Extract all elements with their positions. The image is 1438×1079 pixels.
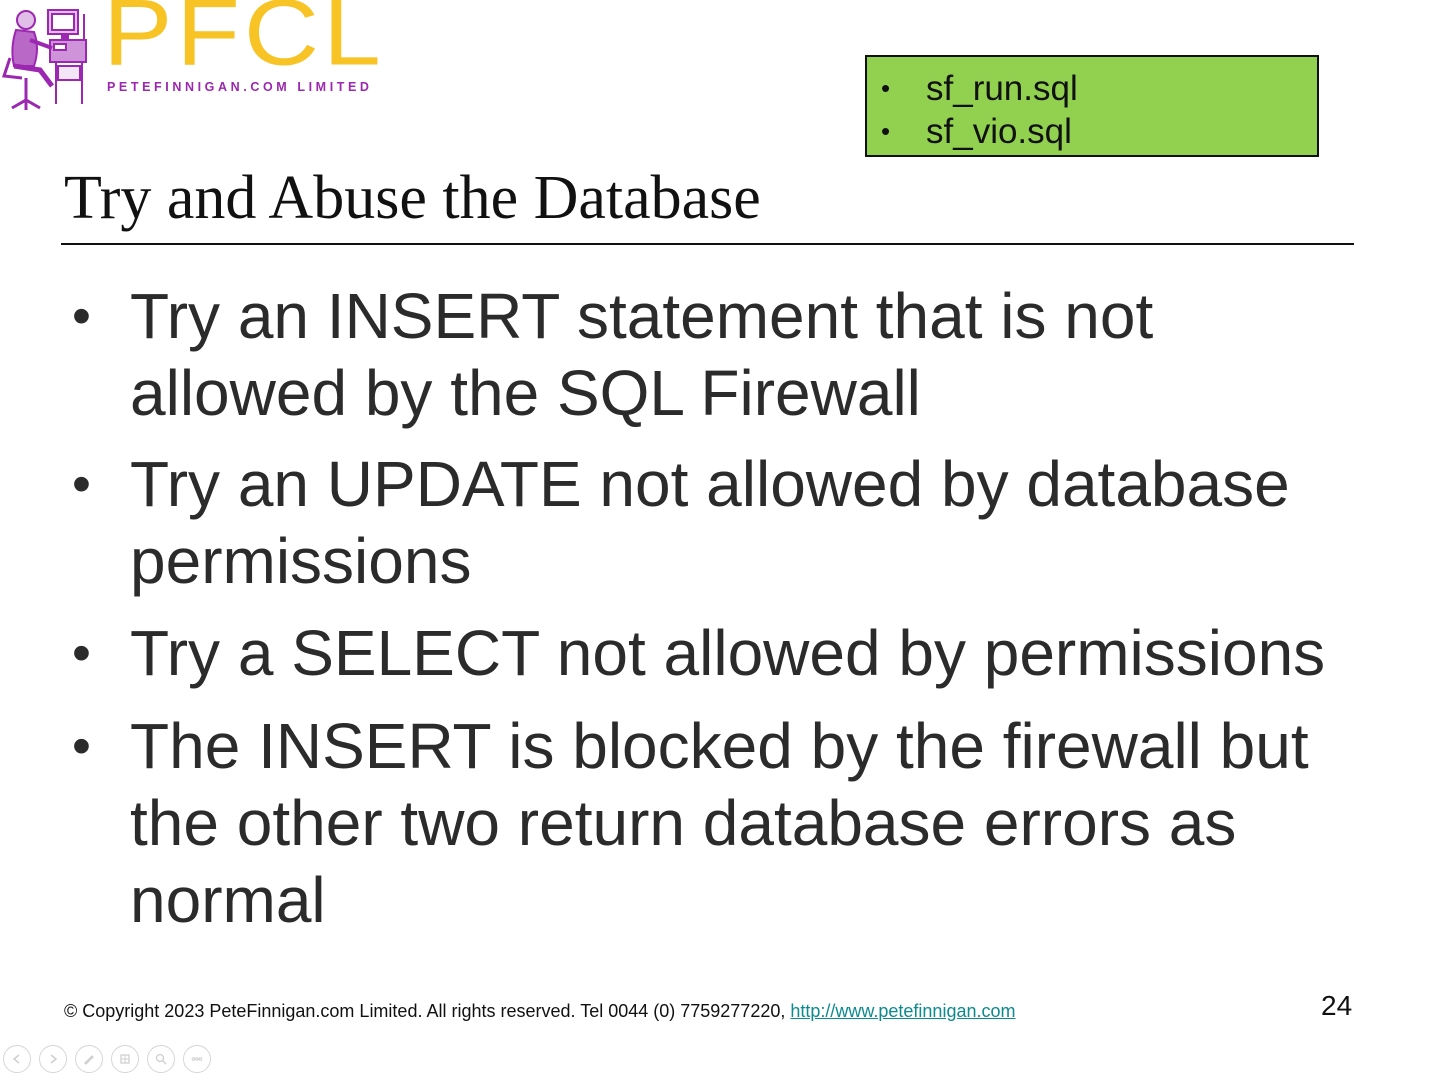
bullet-item: • Try an UPDATE not allowed by database …: [72, 446, 1370, 600]
bullet-line: Try a SELECT not allowed by permissions: [130, 617, 1326, 689]
logo-wordmark: PFCL: [103, 0, 385, 86]
website-link[interactable]: http://www.petefinnigan.com: [790, 1001, 1015, 1021]
slideshow-toolbar: [3, 1045, 211, 1073]
page-number: 24: [1321, 990, 1353, 1021]
pen-button[interactable]: [75, 1045, 103, 1073]
next-slide-button[interactable]: [39, 1045, 67, 1073]
slide-title: Try and Abuse the Database: [64, 164, 761, 232]
bullet-icon: •: [72, 454, 91, 514]
slide-footer: © Copyright 2023 PeteFinnigan.com Limite…: [64, 1001, 1015, 1022]
bullet-line: the other two return database errors as: [130, 787, 1237, 859]
bullet-line: allowed by the SQL Firewall: [130, 357, 921, 429]
list-item: • sf_run.sql: [867, 67, 1317, 110]
bullet-line: The INSERT is blocked by the firewall bu…: [130, 710, 1309, 782]
more-options-icon: [191, 1057, 203, 1061]
pfcl-logo: PFCL PETEFINNIGAN.COM LIMITED: [0, 0, 430, 115]
zoom-button[interactable]: [147, 1045, 175, 1073]
next-slide-icon: [50, 1054, 58, 1064]
bullet-icon: •: [881, 116, 891, 146]
previous-slide-button[interactable]: [3, 1045, 31, 1073]
slide-sorter-icon: [120, 1054, 130, 1064]
logo-tagline: PETEFINNIGAN.COM LIMITED: [107, 80, 373, 94]
scripts-box: • sf_run.sql • sf_vio.sql: [865, 55, 1319, 157]
script-name: sf_run.sql: [926, 69, 1078, 108]
bullet-line: permissions: [130, 525, 472, 597]
person-at-computer-icon: [1, 9, 87, 110]
title-divider: [61, 243, 1354, 245]
bullet-item: • The INSERT is blocked by the firewall …: [72, 708, 1370, 939]
previous-slide-icon: [12, 1054, 20, 1064]
copyright-text: © Copyright 2023 PeteFinnigan.com Limite…: [64, 1001, 791, 1021]
bullet-icon: •: [72, 286, 91, 346]
bullet-icon: •: [72, 716, 91, 776]
bullet-icon: •: [881, 73, 891, 103]
zoom-icon: [155, 1053, 167, 1065]
scripts-list: • sf_run.sql • sf_vio.sql: [867, 57, 1317, 153]
bullet-icon: •: [72, 623, 91, 683]
bullet-line: Try an UPDATE not allowed by database: [130, 448, 1290, 520]
list-item: • sf_vio.sql: [867, 110, 1317, 153]
more-options-button[interactable]: [183, 1045, 211, 1073]
bullet-item: • Try an INSERT statement that is not al…: [72, 278, 1370, 432]
slide-sorter-button[interactable]: [111, 1045, 139, 1073]
script-name: sf_vio.sql: [926, 112, 1072, 151]
pen-icon: [84, 1055, 94, 1065]
bullet-line: normal: [130, 864, 326, 936]
bullet-item: • Try a SELECT not allowed by permission…: [72, 615, 1370, 692]
bullet-line: Try an INSERT statement that is not: [130, 280, 1154, 352]
